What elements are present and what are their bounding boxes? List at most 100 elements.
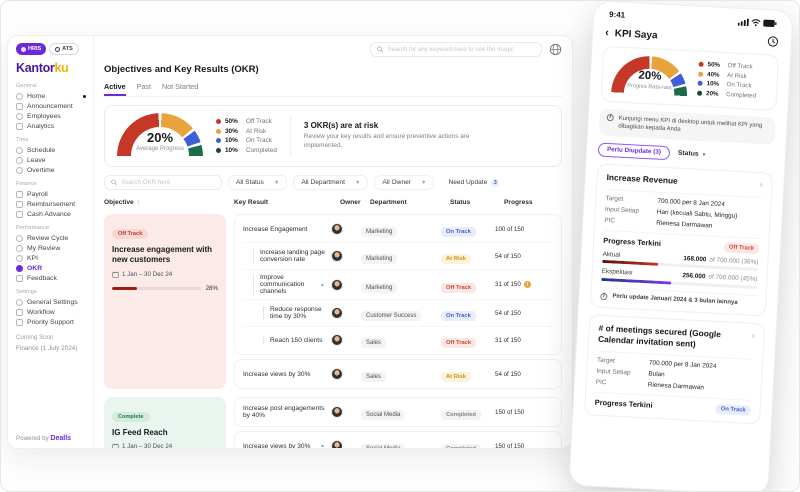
status-filter[interactable]: All Status▼	[228, 175, 287, 190]
key-result-row[interactable]: Increase views by 30% Sales At Risk 54 o…	[243, 361, 553, 387]
tab-active[interactable]: Active	[104, 82, 126, 96]
department-filter[interactable]: All Department▼	[293, 175, 368, 190]
key-result-row[interactable]: Increase landing page conversion rate Ma…	[243, 242, 553, 269]
chevron-down-icon: ▼	[274, 180, 279, 186]
objective-card[interactable]: Off Track Increase engagement with new c…	[104, 214, 226, 389]
kpi-card-meetings-secured[interactable]: # of meetings secured (Google Calendar i…	[584, 314, 765, 424]
sidebar-item-feedback[interactable]: Feedback	[16, 273, 86, 283]
owner-avatar[interactable]	[331, 334, 343, 346]
legend-at-risk: 40%At Risk	[698, 70, 757, 80]
owner-filter[interactable]: All Owner▼	[374, 175, 434, 190]
sidebar-item-my-review[interactable]: My Review	[16, 243, 86, 253]
sort-icon[interactable]: ↕	[137, 200, 140, 206]
kpi-card-increase-revenue[interactable]: Increase Revenue › Target700.000 per 8 J…	[590, 163, 773, 316]
sidebar-item-employees[interactable]: Employees	[16, 111, 86, 121]
sidebar-item-overtime[interactable]: Overtime	[16, 165, 86, 175]
perlu-diupdate-chip[interactable]: Perlu Diupdate (3)	[598, 142, 671, 160]
sidebar-item-home[interactable]: Home	[16, 91, 86, 101]
sidebar-item-cash-advance[interactable]: Cash Advance	[16, 209, 86, 219]
key-result-row[interactable]: Reduce response time by 30% Customer Suc…	[243, 299, 553, 326]
status-bar-time: 9:41	[609, 10, 625, 20]
field-label: Target	[605, 195, 657, 205]
objective-card[interactable]: Complete IG Feed Reach 1 Jan – 30 Dec 24…	[104, 397, 226, 449]
sidebar-item-workflow[interactable]: Workflow	[16, 307, 86, 317]
phone-page-title: KPI Saya	[615, 28, 658, 41]
globe-icon[interactable]	[549, 43, 562, 56]
tab-bar: Active Past Not Started	[104, 82, 562, 97]
owner-avatar[interactable]	[331, 368, 343, 380]
priority-support-icon	[16, 319, 23, 326]
legend-pct: 40%	[707, 71, 723, 79]
sidebar-item-priority-support[interactable]: Priority Support	[16, 317, 86, 327]
sidebar-item-analytics[interactable]: Analytics	[16, 121, 86, 131]
sidebar-item-schedule[interactable]: Schedule	[16, 145, 86, 155]
owner-avatar[interactable]	[331, 279, 343, 291]
history-clock-icon[interactable]	[767, 35, 780, 48]
kpi-progress-section: Progress Terkini Off Track Aktual168.000…	[601, 230, 759, 289]
owner-avatar[interactable]	[331, 406, 343, 418]
legend-pct: 10%	[706, 80, 722, 88]
need-update-filter[interactable]: Need Update3	[448, 179, 499, 187]
department-tag: Social Media	[361, 444, 405, 449]
coming-soon-title: Coming Soon	[16, 334, 86, 341]
column-department: Department	[370, 199, 450, 206]
hris-pill[interactable]: HRIS	[16, 43, 46, 55]
ats-pill[interactable]: ATS	[49, 43, 79, 55]
sidebar-item-leave[interactable]: Leave	[16, 155, 86, 165]
sidebar-item-payroll[interactable]: Payroll	[16, 189, 86, 199]
sidebar-item-label: Payroll	[27, 191, 48, 198]
chevron-right-icon[interactable]: ›	[760, 180, 763, 189]
collapse-chevron-icon[interactable]: ▲	[320, 443, 325, 449]
key-result-name: Improve communication channels	[253, 274, 316, 295]
field-value: Hari (kecuali Sabtu, Minggu)	[657, 208, 738, 219]
sidebar-item-label: My Review	[27, 245, 60, 252]
risk-description: Review your key results and ensure preve…	[304, 133, 474, 150]
progress-percent: 28%	[206, 285, 218, 292]
sidebar-item-reimbursement[interactable]: Reimbursement	[16, 199, 86, 209]
key-result-row[interactable]: Increase Engagement Marketing On Track 1…	[243, 216, 553, 242]
tab-not-started[interactable]: Not Started	[162, 82, 198, 96]
status-badge: On Track	[441, 227, 476, 237]
sidebar-item-label: Workflow	[27, 309, 55, 316]
key-result-row[interactable]: Increase views by 30%▲ Social Media Comp…	[243, 433, 553, 449]
collapse-chevron-icon[interactable]: ▲	[320, 282, 325, 288]
progress-cell: 150 of 150	[495, 443, 553, 450]
chevron-right-icon[interactable]: ›	[752, 331, 755, 340]
sidebar-item-announcement[interactable]: Announcement	[16, 101, 86, 111]
field-label: PIC	[596, 378, 648, 388]
ats-pill-label: ATS	[62, 46, 73, 52]
calendar-icon	[112, 271, 119, 278]
legend-dot-green	[216, 148, 221, 153]
owner-avatar[interactable]	[331, 250, 343, 262]
section-title-time: Time	[16, 137, 86, 143]
ats-icon	[55, 47, 60, 52]
key-result-row[interactable]: Reach 150 clients Sales Off Track 31 of …	[243, 326, 553, 353]
owner-avatar[interactable]	[331, 440, 343, 449]
objective-date-text: 1 Jan – 30 Dec 24	[122, 271, 172, 278]
sidebar-item-okr[interactable]: OKR	[16, 263, 86, 273]
need-update-count-badge: 3	[491, 179, 499, 187]
legend-pct: 50%	[225, 118, 242, 125]
sidebar-item-label: General Settings	[27, 299, 78, 306]
analytics-icon	[16, 123, 23, 130]
sidebar: HRIS ATS Kantorku General Home Announcem…	[8, 36, 94, 448]
owner-avatar[interactable]	[331, 223, 343, 235]
column-objective[interactable]: Objective↕	[104, 199, 226, 206]
key-result-row[interactable]: Increase post engagements by 40% Social …	[243, 399, 553, 425]
owner-avatar[interactable]	[331, 307, 343, 319]
sidebar-item-review-cycle[interactable]: Review Cycle	[16, 233, 86, 243]
key-result-row[interactable]: Improve communication channels▲ Marketin…	[243, 269, 553, 299]
sidebar-item-kpi[interactable]: KPI	[16, 253, 86, 263]
field-label: Target	[597, 356, 649, 366]
progress-cell: 31 of 150!	[495, 281, 553, 288]
sidebar-item-label: Leave	[27, 157, 46, 164]
tab-past[interactable]: Past	[137, 82, 151, 96]
global-search-input[interactable]	[388, 46, 535, 53]
global-search[interactable]	[370, 42, 542, 57]
kantorku-logo: Kantorku	[16, 61, 86, 75]
battery-icon	[763, 18, 777, 27]
sidebar-item-general-settings[interactable]: General Settings	[16, 297, 86, 307]
status-dropdown[interactable]: Status▼	[678, 150, 707, 158]
back-chevron-icon[interactable]: ‹	[605, 27, 609, 38]
employees-icon	[16, 113, 23, 120]
